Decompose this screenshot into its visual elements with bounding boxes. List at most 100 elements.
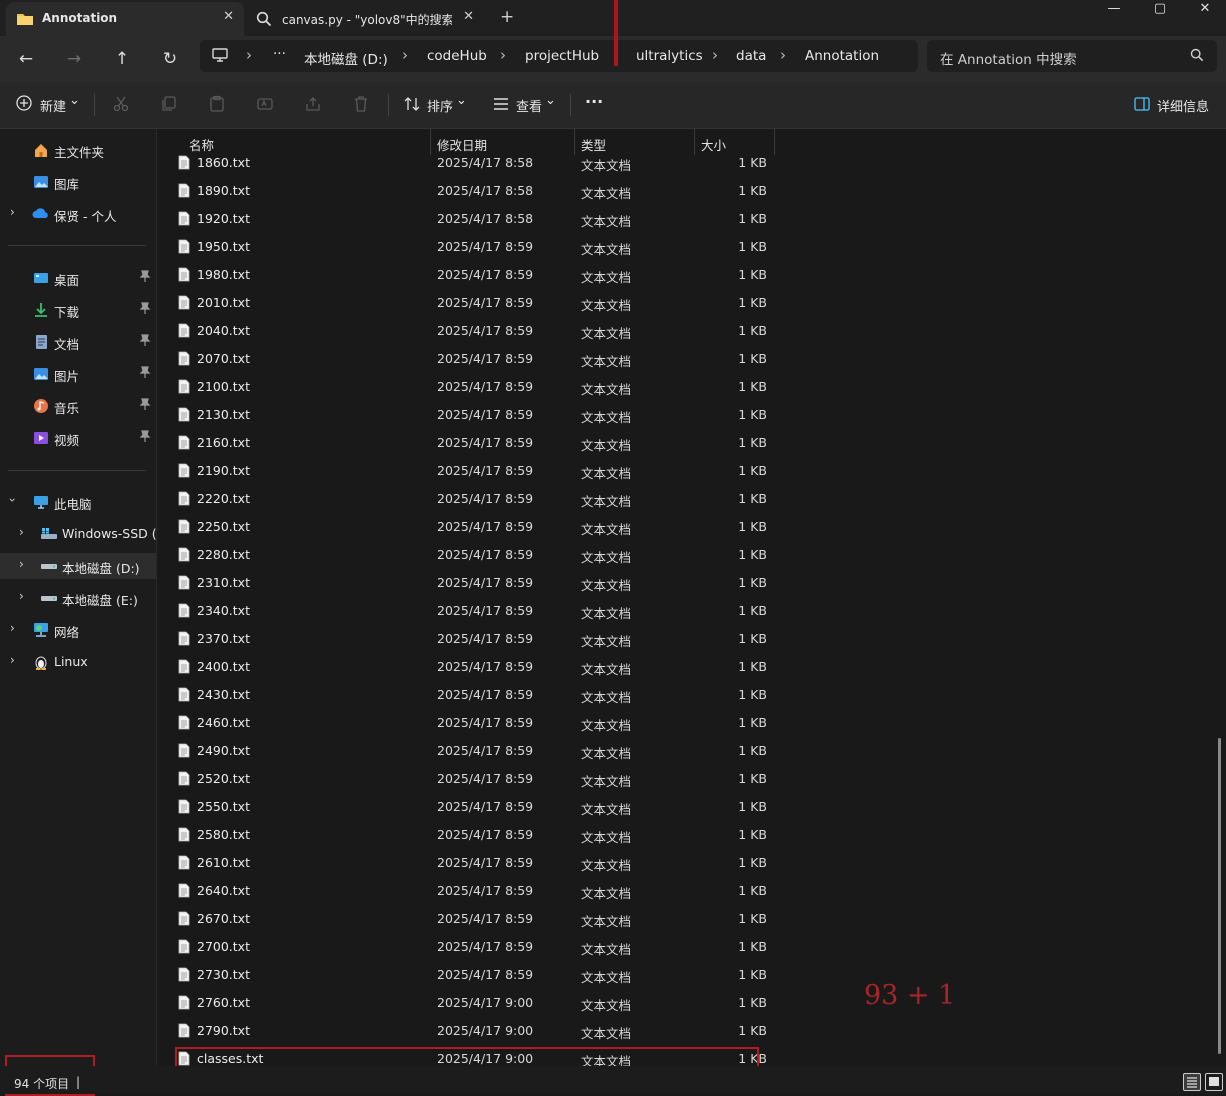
- sidebar-item-drive-c[interactable]: › Windows-SSD (C: [0, 521, 165, 547]
- tiles-view-button[interactable]: [1205, 1073, 1223, 1091]
- back-button[interactable]: ←: [13, 46, 39, 72]
- file-size: 1 KB: [738, 967, 767, 982]
- sidebar-item-drive-e[interactable]: › 本地磁盘 (E:): [0, 585, 156, 611]
- file-row[interactable]: 2370.txt 2025/4/17 8:59 文本文档 1 KB: [157, 625, 777, 653]
- desktop-icon: [33, 270, 49, 286]
- chevron-right-icon[interactable]: ›: [10, 205, 15, 219]
- sidebar-item-documents[interactable]: 文档: [0, 329, 156, 355]
- file-row[interactable]: 2130.txt 2025/4/17 8:59 文本文档 1 KB: [157, 401, 777, 429]
- breadcrumb-annotation[interactable]: Annotation: [805, 48, 879, 64]
- file-size: 1 KB: [738, 799, 767, 814]
- new-tab-button[interactable]: +: [500, 7, 514, 27]
- file-type: 文本文档: [581, 270, 632, 285]
- vertical-scrollbar[interactable]: [1218, 738, 1221, 1054]
- videos-icon: [33, 430, 49, 446]
- file-row[interactable]: 2400.txt 2025/4/17 8:59 文本文档 1 KB: [157, 653, 777, 681]
- chevron-right-icon[interactable]: ›: [10, 621, 15, 635]
- breadcrumb-drive-d[interactable]: 本地磁盘 (D:): [304, 48, 388, 68]
- more-options-button[interactable]: ···: [585, 92, 603, 111]
- file-row[interactable]: 2160.txt 2025/4/17 8:59 文本文档 1 KB: [157, 429, 777, 457]
- sidebar-item-network[interactable]: › 网络: [0, 617, 156, 643]
- file-row[interactable]: 2040.txt 2025/4/17 8:59 文本文档 1 KB: [157, 317, 777, 345]
- file-size: 1 KB: [738, 771, 767, 786]
- file-row[interactable]: 2190.txt 2025/4/17 8:59 文本文档 1 KB: [157, 457, 777, 485]
- close-icon[interactable]: ✕: [223, 9, 234, 24]
- tab-annotation[interactable]: Annotation ✕: [6, 2, 244, 36]
- new-button[interactable]: 新建: [40, 96, 66, 115]
- breadcrumb[interactable]: › ··· 本地磁盘 (D:) › codeHub › projectHub u…: [200, 40, 918, 72]
- cut-icon[interactable]: [112, 95, 130, 113]
- file-row[interactable]: 2520.txt 2025/4/17 8:59 文本文档 1 KB: [157, 765, 777, 793]
- file-type: 文本文档: [581, 158, 632, 173]
- file-size: 1 KB: [738, 351, 767, 366]
- sidebar-item-downloads[interactable]: 下载: [0, 297, 156, 323]
- close-window-button[interactable]: ✕: [1182, 0, 1226, 20]
- file-row[interactable]: 2640.txt 2025/4/17 8:59 文本文档 1 KB: [157, 877, 777, 905]
- close-icon[interactable]: ✕: [463, 9, 474, 24]
- minimize-button[interactable]: —: [1091, 0, 1137, 20]
- sidebar-item-pictures[interactable]: 图片: [0, 361, 156, 387]
- file-row[interactable]: 2070.txt 2025/4/17 8:59 文本文档 1 KB: [157, 345, 777, 373]
- share-icon[interactable]: [304, 95, 322, 113]
- file-row[interactable]: 1980.txt 2025/4/17 8:59 文本文档 1 KB: [157, 261, 777, 289]
- breadcrumb-overflow[interactable]: ···: [273, 46, 286, 62]
- breadcrumb-data[interactable]: data: [736, 48, 766, 64]
- file-row[interactable]: 2310.txt 2025/4/17 8:59 文本文档 1 KB: [157, 569, 777, 597]
- tab-search-results[interactable]: canvas.py - "yolov8"中的搜索结 ✕: [246, 2, 484, 34]
- file-row[interactable]: 1920.txt 2025/4/17 8:58 文本文档 1 KB: [157, 205, 777, 233]
- chevron-right-icon[interactable]: ›: [19, 589, 24, 603]
- file-row[interactable]: 1950.txt 2025/4/17 8:59 文本文档 1 KB: [157, 233, 777, 261]
- search-input[interactable]: 在 Annotation 中搜索: [927, 40, 1217, 72]
- sidebar-item-drive-d[interactable]: › 本地磁盘 (D:): [0, 553, 156, 579]
- file-row[interactable]: 2730.txt 2025/4/17 8:59 文本文档 1 KB: [157, 961, 777, 989]
- details-view-button[interactable]: [1183, 1073, 1201, 1091]
- file-row[interactable]: 1890.txt 2025/4/17 8:58 文本文档 1 KB: [157, 177, 777, 205]
- file-row[interactable]: 2790.txt 2025/4/17 9:00 文本文档 1 KB: [157, 1017, 777, 1045]
- breadcrumb-ultralytics[interactable]: ultralytics: [636, 48, 703, 64]
- file-row[interactable]: 1860.txt 2025/4/17 8:58 文本文档 1 KB: [157, 149, 777, 177]
- sidebar-item-this-pc[interactable]: › 此电脑: [0, 489, 156, 515]
- forward-button[interactable]: →: [61, 46, 87, 72]
- file-row[interactable]: 2490.txt 2025/4/17 8:59 文本文档 1 KB: [157, 737, 777, 765]
- file-row[interactable]: 2670.txt 2025/4/17 8:59 文本文档 1 KB: [157, 905, 777, 933]
- sidebar-item-videos[interactable]: 视频: [0, 425, 156, 451]
- view-button[interactable]: 查看: [516, 96, 542, 115]
- file-row[interactable]: 2220.txt 2025/4/17 8:59 文本文档 1 KB: [157, 485, 777, 513]
- file-row[interactable]: 2280.txt 2025/4/17 8:59 文本文档 1 KB: [157, 541, 777, 569]
- sidebar-item-gallery[interactable]: 图库: [0, 169, 156, 195]
- chevron-right-icon[interactable]: ›: [10, 653, 15, 667]
- copy-icon[interactable]: [160, 95, 178, 113]
- file-row[interactable]: 2010.txt 2025/4/17 8:59 文本文档 1 KB: [157, 289, 777, 317]
- file-row[interactable]: 2460.txt 2025/4/17 8:59 文本文档 1 KB: [157, 709, 777, 737]
- details-pane-button[interactable]: 详细信息: [1157, 96, 1209, 115]
- linux-penguin-icon: [33, 654, 49, 670]
- sidebar-item-desktop[interactable]: 桌面: [0, 265, 156, 291]
- file-size: 1 KB: [738, 295, 767, 310]
- sort-button[interactable]: 排序: [427, 96, 453, 115]
- text-file-icon: [178, 743, 190, 758]
- file-row[interactable]: 2760.txt 2025/4/17 9:00 文本文档 1 KB: [157, 989, 777, 1017]
- sidebar-item-music[interactable]: 音乐: [0, 393, 156, 419]
- paste-icon[interactable]: [208, 95, 226, 113]
- sidebar-item-onedrive[interactable]: › 保贤 - 个人: [0, 201, 156, 227]
- refresh-button[interactable]: ↻: [157, 46, 183, 72]
- file-row[interactable]: 2250.txt 2025/4/17 8:59 文本文档 1 KB: [157, 513, 777, 541]
- file-row[interactable]: 2340.txt 2025/4/17 8:59 文本文档 1 KB: [157, 597, 777, 625]
- file-row[interactable]: 2700.txt 2025/4/17 8:59 文本文档 1 KB: [157, 933, 777, 961]
- file-row[interactable]: 2580.txt 2025/4/17 8:59 文本文档 1 KB: [157, 821, 777, 849]
- breadcrumb-codehub[interactable]: codeHub: [427, 48, 487, 64]
- rename-icon[interactable]: [256, 95, 274, 113]
- file-row[interactable]: 2610.txt 2025/4/17 8:59 文本文档 1 KB: [157, 849, 777, 877]
- file-row[interactable]: 2100.txt 2025/4/17 8:59 文本文档 1 KB: [157, 373, 777, 401]
- chevron-right-icon[interactable]: ›: [19, 557, 24, 571]
- maximize-button[interactable]: ▢: [1137, 0, 1183, 20]
- delete-icon[interactable]: [352, 95, 370, 113]
- file-row[interactable]: 2430.txt 2025/4/17 8:59 文本文档 1 KB: [157, 681, 777, 709]
- file-row[interactable]: 2550.txt 2025/4/17 8:59 文本文档 1 KB: [157, 793, 777, 821]
- chevron-right-icon[interactable]: ›: [19, 525, 24, 539]
- up-button[interactable]: ↑: [109, 46, 135, 72]
- chevron-down-icon[interactable]: ›: [5, 498, 19, 503]
- breadcrumb-projecthub[interactable]: projectHub: [525, 48, 599, 64]
- sidebar-item-linux[interactable]: › Linux: [0, 649, 156, 675]
- sidebar-item-home[interactable]: 主文件夹: [0, 137, 156, 163]
